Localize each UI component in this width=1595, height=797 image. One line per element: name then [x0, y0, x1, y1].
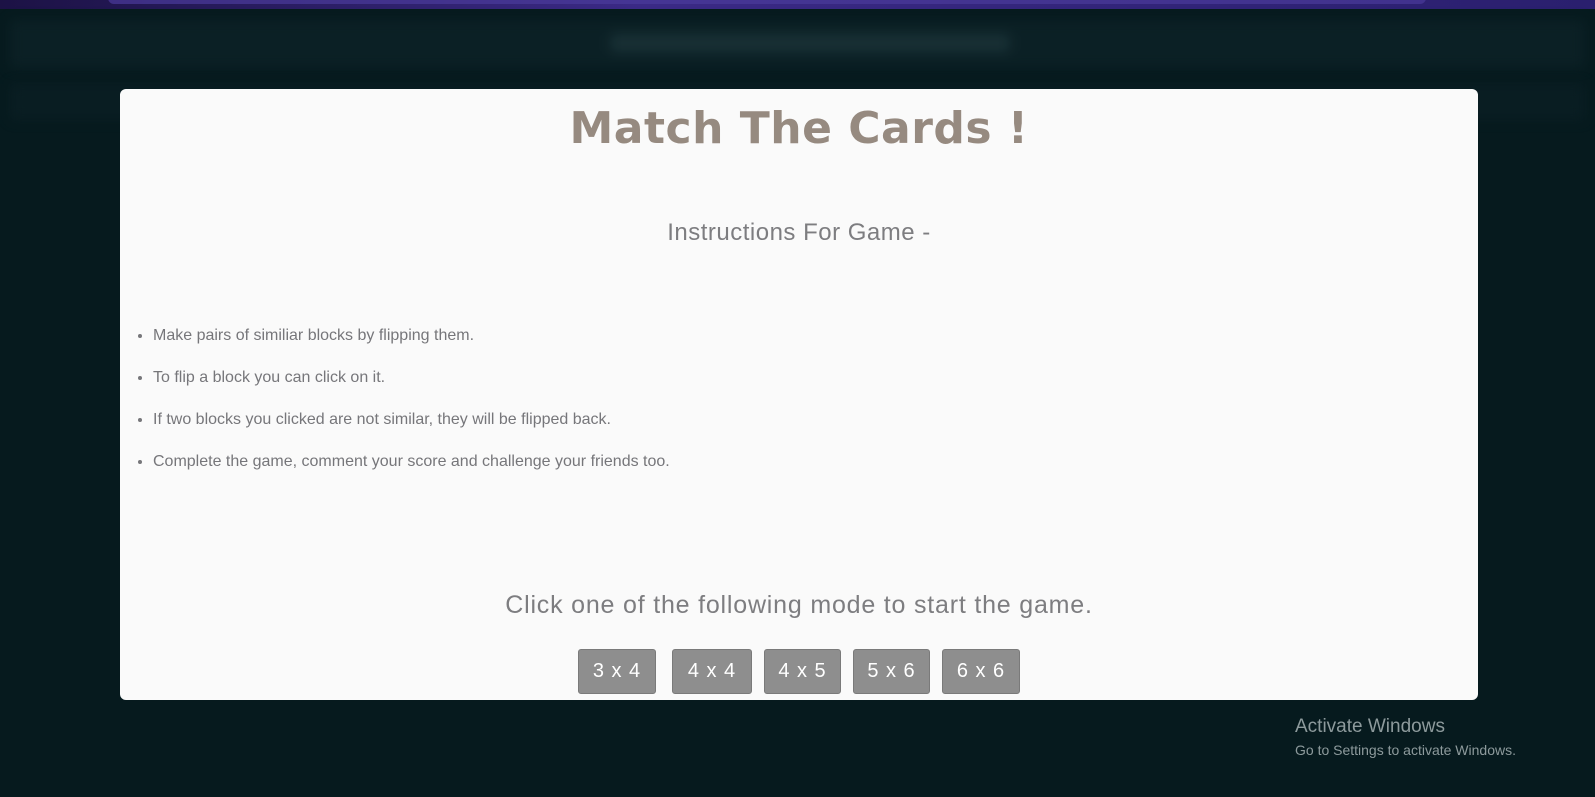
mode-buttons: 3 x 4 4 x 4 4 x 5 5 x 6 6 x 6 [120, 649, 1478, 694]
browser-top-strip [0, 0, 1595, 9]
browser-address-bar[interactable] [108, 0, 1426, 4]
instructions-modal: Match The Cards ! Instructions For Game … [120, 89, 1478, 700]
mode-prompt: Click one of the following mode to start… [505, 591, 1093, 619]
activate-windows-subtitle: Go to Settings to activate Windows. [1295, 742, 1516, 758]
mode-4x4-button[interactable]: 4 x 4 [672, 649, 752, 694]
activate-windows-title: Activate Windows [1295, 716, 1445, 737]
blurred-header-text [610, 34, 1010, 52]
game-title: Match The Cards ! [569, 103, 1029, 154]
instruction-item: Make pairs of similiar blocks by flippin… [153, 325, 670, 367]
mode-6x6-button[interactable]: 6 x 6 [942, 649, 1020, 694]
instruction-item: To flip a block you can click on it. [153, 367, 670, 409]
mode-3x4-button[interactable]: 3 x 4 [578, 649, 656, 694]
instruction-item: If two blocks you clicked are not simila… [153, 409, 670, 451]
mode-5x6-button[interactable]: 5 x 6 [853, 649, 930, 694]
instructions-heading: Instructions For Game - [667, 219, 931, 246]
blurred-page-header [10, 20, 1585, 68]
instructions-list: Make pairs of similiar blocks by flippin… [120, 325, 670, 493]
instruction-item: Complete the game, comment your score an… [153, 451, 670, 493]
activate-windows-watermark: Activate Windows Go to Settings to activ… [1295, 715, 1516, 761]
mode-4x5-button[interactable]: 4 x 5 [764, 649, 841, 694]
